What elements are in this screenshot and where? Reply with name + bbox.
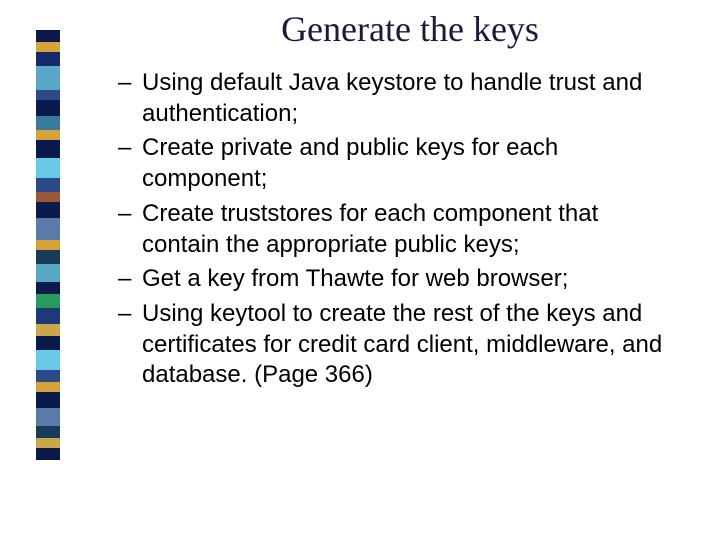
stripe: [36, 438, 60, 448]
stripe: [36, 264, 60, 282]
bullet-list: Using default Java keystore to handle tr…: [100, 68, 680, 391]
stripe: [36, 324, 60, 336]
bullet-item: Using keytool to create the rest of the …: [118, 299, 680, 391]
stripe: [36, 382, 60, 392]
bullet-item: Get a key from Thawte for web browser;: [118, 264, 680, 295]
stripe: [36, 116, 60, 130]
stripe: [36, 370, 60, 382]
stripe: [36, 282, 60, 294]
bullet-item: Using default Java keystore to handle tr…: [118, 68, 680, 129]
stripe: [36, 202, 60, 218]
stripe: [36, 218, 60, 240]
stripe: [36, 130, 60, 140]
stripe: [36, 42, 60, 52]
stripe: [36, 250, 60, 264]
stripe: [36, 392, 60, 408]
bullet-item: Create truststores for each component th…: [118, 199, 680, 260]
stripe: [36, 52, 60, 66]
stripe: [36, 294, 60, 308]
stripe: [36, 448, 60, 460]
stripe: [36, 178, 60, 192]
stripe: [36, 408, 60, 426]
stripe: [36, 240, 60, 250]
bullet-item: Create private and public keys for each …: [118, 133, 680, 194]
slide-title: Generate the keys: [140, 8, 680, 50]
stripe: [36, 158, 60, 178]
stripe: [36, 30, 60, 42]
stripe: [36, 100, 60, 116]
stripe: [36, 308, 60, 324]
stripe: [36, 140, 60, 158]
stripe: [36, 192, 60, 202]
stripe: [36, 350, 60, 370]
stripe: [36, 90, 60, 100]
stripe: [36, 66, 60, 90]
slide-content: Generate the keys Using default Java key…: [100, 8, 680, 395]
stripe: [36, 426, 60, 438]
stripe: [36, 336, 60, 350]
decorative-stripe-bar: [36, 30, 60, 470]
